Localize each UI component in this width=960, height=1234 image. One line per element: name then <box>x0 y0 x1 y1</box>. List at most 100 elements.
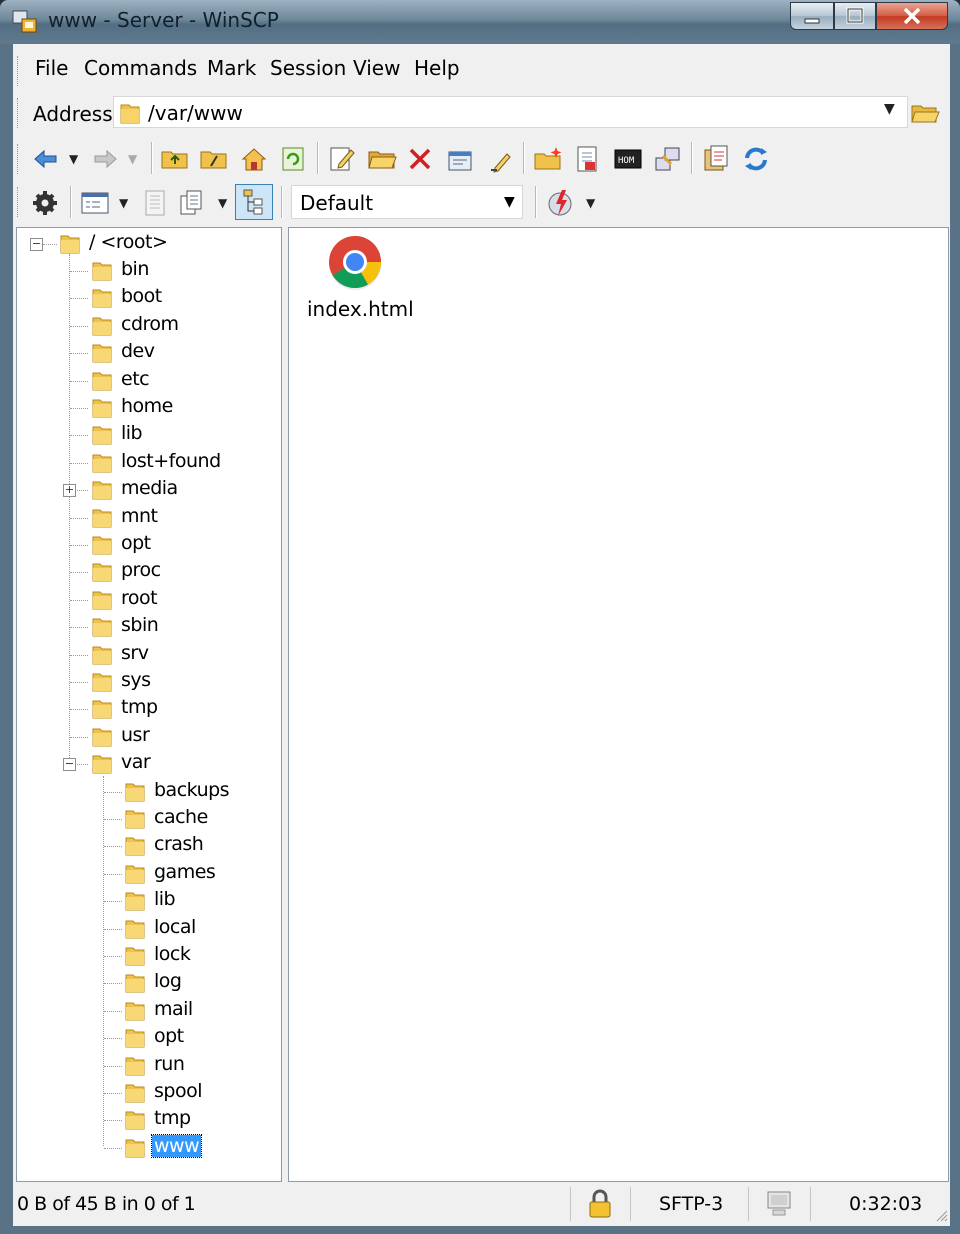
menu-help[interactable]: Help <box>414 56 460 80</box>
back-arrow-icon[interactable] <box>31 144 61 174</box>
session-dropdown-arrow-icon[interactable]: ▼ <box>586 196 595 210</box>
menu-mark[interactable]: Mark <box>207 56 256 80</box>
transfer-settings-select[interactable]: Default ▼ <box>291 185 523 219</box>
menu-grip[interactable] <box>17 56 21 86</box>
address-grip[interactable] <box>17 98 21 128</box>
collapse-root-icon[interactable]: − <box>30 238 43 251</box>
tree-node-label: tmp <box>121 696 158 719</box>
folder-icon <box>125 810 145 829</box>
tree-node-label: www <box>150 1133 203 1158</box>
encryption-status <box>570 1187 630 1221</box>
menu-view[interactable]: View <box>353 56 400 80</box>
toolbar-separator <box>70 186 72 218</box>
columns-dropdown-arrow-icon[interactable]: ▼ <box>218 196 227 210</box>
minimize-button[interactable] <box>790 2 834 30</box>
tree-node-label: lost+found <box>121 449 221 472</box>
chrome-icon <box>329 236 381 290</box>
synchronize-icon[interactable] <box>741 144 771 174</box>
menu-commands[interactable]: Commands <box>84 56 197 80</box>
view-style-dropdown-arrow-icon[interactable]: ▼ <box>119 196 128 210</box>
close-icon <box>903 7 921 25</box>
folder-icon <box>92 317 112 336</box>
forward-arrow-icon[interactable] <box>90 144 120 174</box>
folder-icon <box>125 892 145 911</box>
console-icon[interactable]: HOM <box>613 144 643 174</box>
tree-node-label: games <box>154 860 216 883</box>
tree-node-label: proc <box>121 559 161 582</box>
transfer-settings-value: Default <box>300 191 374 215</box>
transfer-settings-dropdown-arrow-icon[interactable]: ▼ <box>504 194 515 210</box>
menu-session[interactable]: Session <box>270 56 346 80</box>
tree-node-label: etc <box>121 367 150 390</box>
toolbar-grip[interactable] <box>17 144 21 174</box>
tree-node-label: srv <box>121 641 149 664</box>
rename-icon[interactable] <box>487 144 517 174</box>
file-item-index-html[interactable]: index.html <box>299 232 414 327</box>
collapse-var-icon[interactable]: − <box>63 758 76 772</box>
address-dropdown-arrow-icon[interactable]: ▼ <box>884 101 895 117</box>
connection-status <box>748 1187 810 1221</box>
home-directory-icon[interactable] <box>239 144 269 174</box>
folder-icon <box>125 1002 145 1021</box>
folder-icon <box>92 755 112 774</box>
open-file-icon[interactable] <box>367 144 397 174</box>
file-list-icon[interactable] <box>140 188 170 218</box>
client-area: File Commands Mark Session View Help Add… <box>13 44 950 1226</box>
close-button[interactable] <box>876 2 948 30</box>
putty-icon[interactable] <box>653 144 683 174</box>
view-style-icon[interactable] <box>80 188 110 218</box>
tree-node-label: opt <box>121 532 151 554</box>
delete-icon[interactable] <box>405 144 435 174</box>
tree-node-label: sys <box>121 669 151 691</box>
parent-directory-icon[interactable] <box>160 144 190 174</box>
folder-icon <box>125 920 145 939</box>
tree-node-label: lock <box>154 943 191 965</box>
root-directory-icon[interactable] <box>199 144 229 174</box>
folder-icon <box>125 947 145 966</box>
preferences-gear-icon[interactable] <box>30 188 60 218</box>
folder-icon <box>92 344 112 363</box>
tree-node-label: mnt <box>121 504 158 527</box>
columns-icon[interactable] <box>178 188 208 218</box>
session-icon[interactable] <box>546 188 576 218</box>
edit-file-icon[interactable] <box>327 144 357 174</box>
toolbar-grip[interactable] <box>17 187 21 217</box>
refresh-folder-icon[interactable] <box>278 144 308 174</box>
forward-dropdown-arrow-icon[interactable]: ▼ <box>128 152 137 166</box>
tree-node-label: media <box>121 477 178 500</box>
toolbar-separator <box>151 142 153 174</box>
tree-node-label: cdrom <box>121 312 179 335</box>
maximize-button[interactable] <box>834 2 876 30</box>
tree-node-label: bin <box>121 258 149 280</box>
folder-icon <box>125 783 145 802</box>
properties-icon[interactable] <box>445 144 475 174</box>
title-bar[interactable]: www - Server - WinSCP <box>0 0 960 44</box>
tree-toggle-button[interactable] <box>235 184 273 220</box>
address-field[interactable]: /var/www ▼ <box>113 96 908 128</box>
directory-tree-icon <box>243 189 263 215</box>
add-edit-link-icon[interactable] <box>573 144 603 174</box>
copy-to-clipboard-icon[interactable] <box>701 144 731 174</box>
back-dropdown-arrow-icon[interactable]: ▼ <box>69 152 78 166</box>
remote-file-panel[interactable]: index.html <box>288 227 949 1182</box>
folder-icon <box>92 618 112 637</box>
toolbar-separator <box>281 186 283 218</box>
tree-node-label: tmp <box>154 1107 191 1130</box>
new-folder-icon[interactable] <box>533 144 563 174</box>
menu-file[interactable]: File <box>35 56 68 80</box>
folder-icon <box>120 104 140 124</box>
folder-icon <box>60 235 80 254</box>
file-name: index.html <box>307 297 414 321</box>
directory-tree-panel[interactable]: − / <root> bin boot cdrom dev etc home lib lost… <box>16 227 282 1182</box>
expand-media-icon[interactable]: + <box>63 484 76 498</box>
tree-node-label: usr <box>121 723 150 746</box>
elapsed-time-value: 0:32:03 <box>849 1193 923 1215</box>
winscp-window: www - Server - WinSCP File Commands Mark… <box>0 0 960 1234</box>
window-title: www - Server - WinSCP <box>48 8 279 32</box>
toolbar-separator <box>691 142 693 174</box>
folder-icon <box>92 426 112 445</box>
folder-icon <box>92 372 112 391</box>
resize-grip-icon[interactable] <box>933 1207 949 1223</box>
folder-icon <box>125 974 145 993</box>
open-folder-icon[interactable] <box>910 100 940 126</box>
